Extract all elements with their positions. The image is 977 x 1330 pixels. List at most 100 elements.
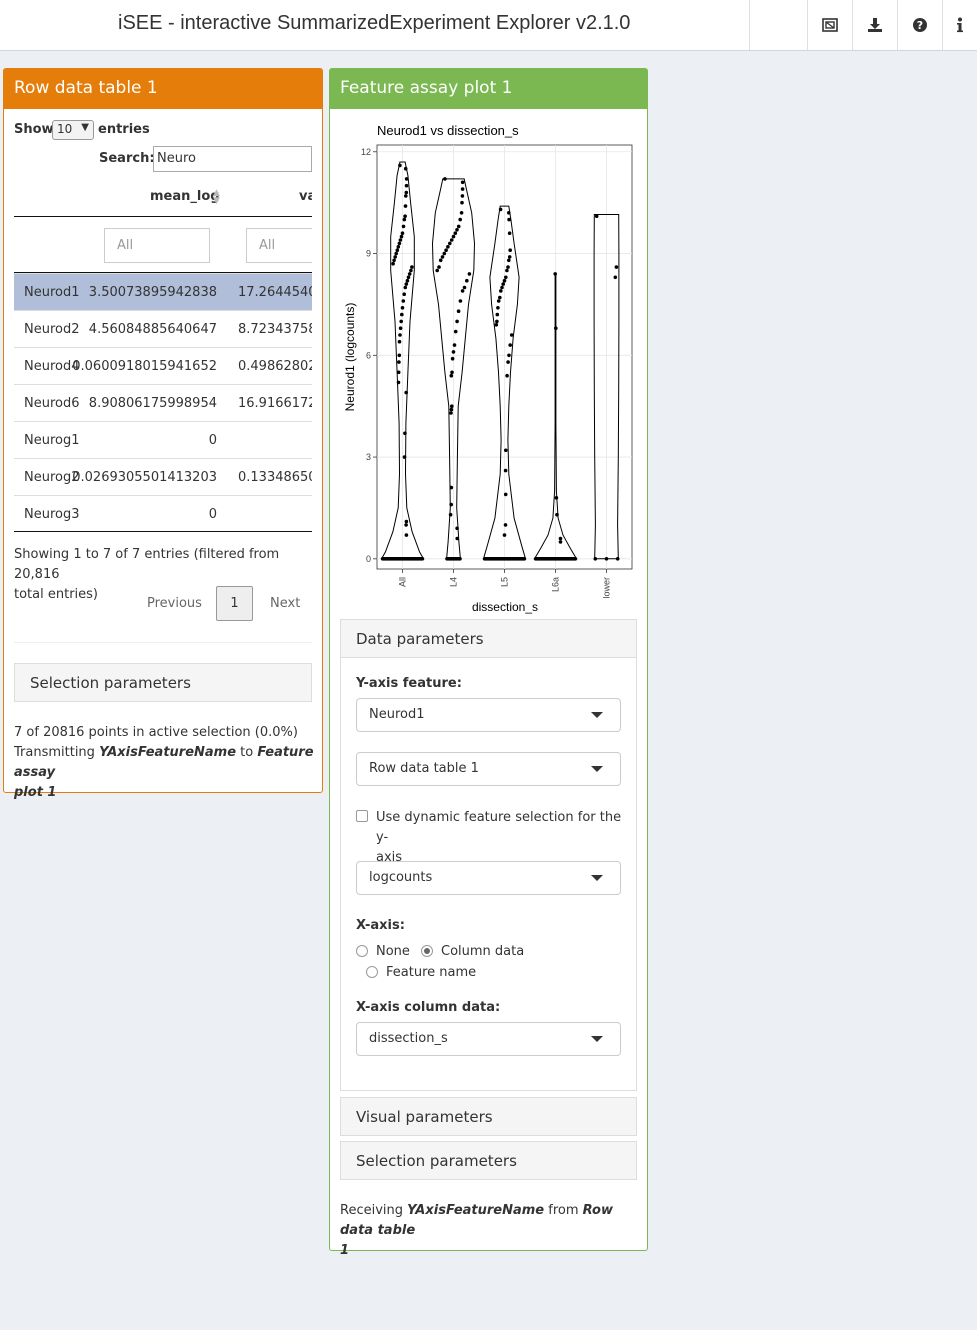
data-point (506, 265, 510, 269)
table-row[interactable]: Neurog1 0 (14, 421, 312, 458)
data-point (401, 299, 406, 303)
y-axis-feature-label: Y-axis feature: (356, 676, 462, 691)
next-page-button[interactable]: Next (270, 596, 300, 611)
data-point (460, 194, 465, 198)
y-axis-source-select[interactable]: Row data table 1 (356, 752, 621, 786)
dynamic-selection-checkbox[interactable] (356, 810, 368, 822)
data-point (452, 343, 457, 347)
x-axis-none-radio[interactable] (356, 945, 368, 957)
table-row[interactable]: Neurod2 4.56084885640647 8.72343758 (14, 310, 312, 347)
table-row[interactable]: Neurog2 0.0269305501413203 0.133486503 (14, 458, 312, 495)
assay-value: logcounts (369, 870, 433, 885)
data-point (460, 289, 465, 293)
entries-value: 10 (57, 122, 73, 136)
plot-panel-title: Feature assay plot 1 (330, 69, 647, 109)
visual-parameters-header[interactable]: Visual parameters (340, 1097, 637, 1136)
data-point (503, 492, 508, 497)
page-1-button[interactable]: 1 (216, 586, 253, 621)
data-point (558, 540, 563, 544)
data-point (404, 523, 408, 527)
table-row[interactable]: Neurog3 0 (14, 495, 312, 532)
data-point (458, 299, 463, 303)
data-point (446, 245, 450, 249)
data-point (573, 557, 578, 561)
assay-select[interactable]: logcounts (356, 861, 621, 895)
filter-mean-log-input[interactable]: All (104, 228, 210, 263)
data-point (451, 350, 456, 354)
cell-var: 8.72343758 (238, 322, 312, 337)
sort-icon[interactable]: ▲ ▼ (213, 189, 220, 206)
data-point (460, 180, 465, 185)
transmit-field: YAxisFeatureName (99, 745, 237, 760)
data-point (402, 217, 407, 222)
data-point (398, 326, 403, 330)
download-button[interactable] (852, 0, 897, 50)
export-button[interactable] (807, 0, 852, 50)
data-point (398, 163, 402, 168)
data-point (397, 360, 401, 364)
data-point (404, 533, 409, 537)
table-row[interactable]: Neurod6 8.90806175998954 16.9166172 (14, 384, 312, 421)
selection-count-text: 7 of 20816 points in active selection (0… (14, 725, 298, 740)
y-tick-label: 12 (361, 147, 371, 157)
data-point (400, 231, 405, 235)
x-axis-none-label: None (376, 944, 410, 959)
table-info-line2: total entries) (14, 587, 98, 602)
col-header-var[interactable]: va (299, 189, 312, 204)
data-point (593, 557, 598, 561)
cell-name: Neurod4 (24, 359, 80, 374)
data-point (397, 241, 402, 246)
data-point (403, 431, 407, 436)
x-tick-label: L5 (500, 577, 510, 587)
x-axis-column-data-radio[interactable] (421, 945, 433, 957)
info-button[interactable] (942, 0, 977, 50)
cell-var: 0.133486503 (238, 470, 312, 485)
data-point (508, 248, 512, 252)
data-point (459, 211, 464, 215)
data-point (504, 448, 508, 453)
data-point (404, 282, 409, 286)
x-axis-label: dissection_s (472, 600, 538, 614)
data-point (455, 319, 459, 324)
table-row[interactable]: Neurod1 3.50073895942838 17.2644540 (14, 273, 312, 310)
data-point (498, 207, 503, 212)
data-point (444, 248, 448, 252)
data-point (404, 177, 409, 181)
plot-selection-parameters-header[interactable]: Selection parameters (340, 1141, 637, 1180)
help-button[interactable]: ? (897, 0, 942, 50)
x-tick-label: lower (602, 577, 612, 599)
table-header: mean_log ▲ ▼ va (14, 178, 312, 216)
cell-mean-log: 4.56084885640647 (88, 322, 217, 337)
data-point (555, 512, 559, 517)
data-point (455, 228, 459, 232)
y-axis-feature-select[interactable]: Neurod1 (356, 698, 621, 732)
data-point (554, 326, 558, 330)
entries-select[interactable]: 10 ▼ (52, 120, 94, 140)
export-icon (822, 18, 838, 32)
data-point (403, 166, 408, 171)
previous-page-button[interactable]: Previous (147, 596, 202, 611)
violin-chart[interactable]: Neurod1 vs dissection_s 0 3 6 9 12 All L4 L5 L6a… (340, 115, 640, 615)
x-tick-label: L6a (551, 577, 561, 592)
data-point (509, 333, 514, 337)
row-selection-parameters-header[interactable]: Selection parameters (14, 663, 312, 702)
receiving-source-cont: 1 (340, 1243, 350, 1258)
search-input[interactable]: Neuro (153, 146, 312, 172)
help-icon: ? (913, 18, 927, 32)
table-row[interactable]: Neurod4 0.0600918015941652 0.498628022 (14, 347, 312, 384)
data-point (438, 258, 443, 263)
data-point (449, 373, 454, 378)
x-tick-label: All (398, 577, 408, 587)
col-header-mean-log[interactable]: mean_log (150, 189, 220, 204)
cell-name: Neurog2 (24, 470, 80, 485)
data-point (397, 339, 402, 344)
x-axis-column-select[interactable]: dissection_s (356, 1022, 621, 1056)
data-parameters-header[interactable]: Data parameters (340, 619, 637, 658)
data-point (400, 306, 405, 310)
data-point (407, 272, 412, 276)
x-axis-feature-name-radio[interactable] (366, 966, 378, 978)
app-title: iSEE - interactive SummarizedExperiment … (118, 12, 631, 34)
data-point (448, 241, 452, 246)
data-point (502, 278, 507, 283)
filter-var-input[interactable]: All (246, 228, 312, 263)
